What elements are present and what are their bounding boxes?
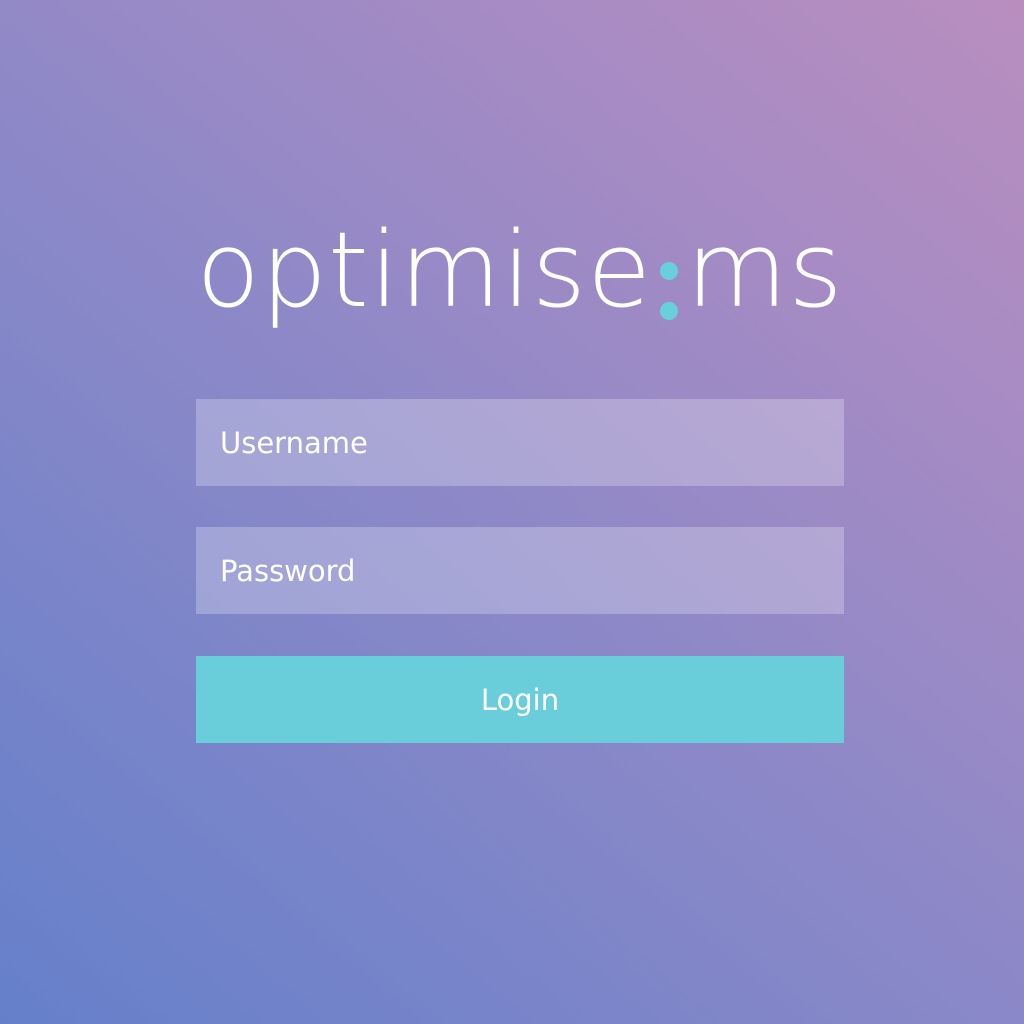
username-input[interactable] xyxy=(196,399,844,486)
logo-right-word: ms xyxy=(686,209,844,331)
logo-colon-bottom-dot xyxy=(660,302,679,320)
brand-logo: optimise ms xyxy=(196,218,844,358)
logo-left-word: optimise xyxy=(196,209,653,331)
logo-colon-top-dot xyxy=(660,262,679,280)
logo-colon-icon xyxy=(660,262,679,320)
login-button[interactable]: Login xyxy=(196,656,844,743)
login-panel: optimise ms Login xyxy=(196,218,844,743)
password-input[interactable] xyxy=(196,527,844,614)
